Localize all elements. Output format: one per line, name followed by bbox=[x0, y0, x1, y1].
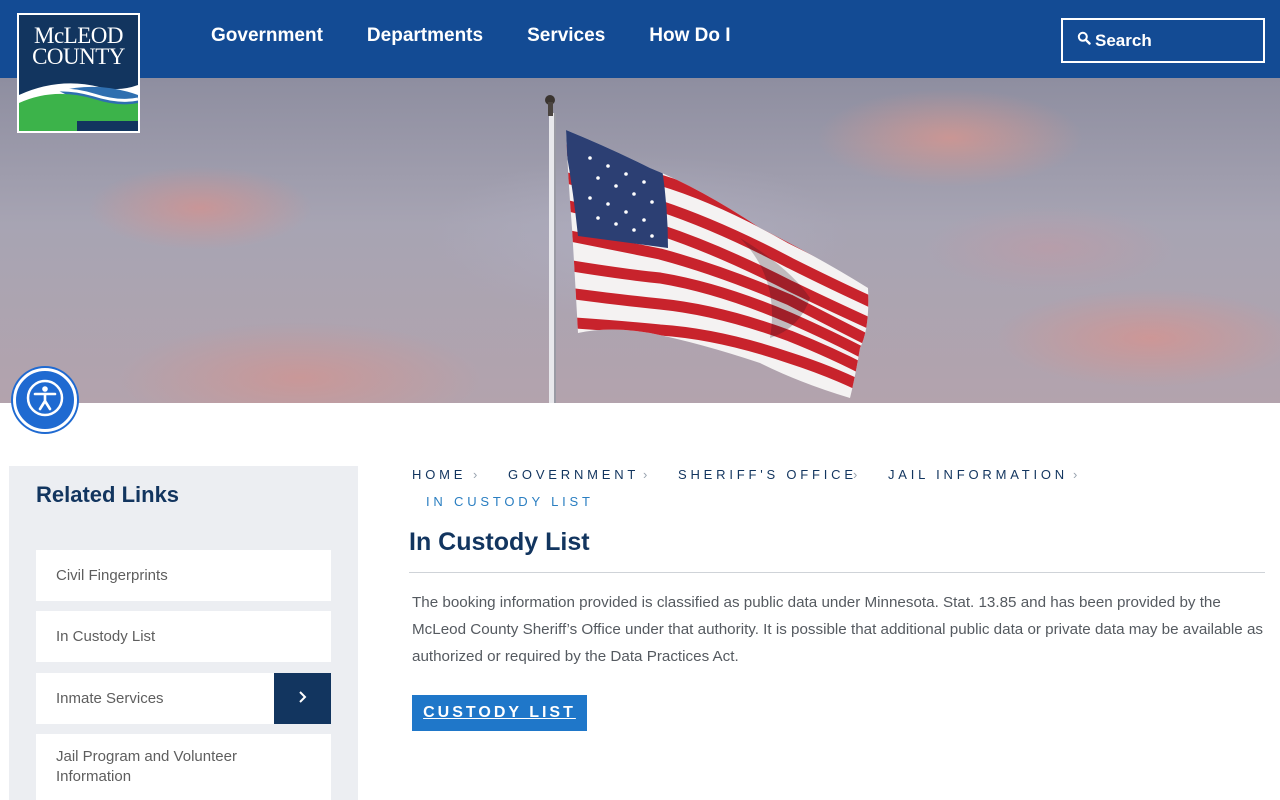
related-links-sidebar: Related Links Civil Fingerprints In Cust… bbox=[9, 466, 358, 800]
page-body-text: The booking information provided is clas… bbox=[412, 594, 1263, 665]
hero-banner bbox=[0, 78, 1280, 403]
breadcrumb-jail-information[interactable]: JAIL INFORMATION bbox=[888, 467, 1068, 482]
breadcrumb-current: IN CUSTODY LIST bbox=[426, 494, 594, 509]
nav-departments[interactable]: Departments bbox=[367, 25, 483, 47]
nav-services[interactable]: Services bbox=[527, 25, 605, 47]
flag-image bbox=[545, 95, 869, 403]
logo-landscape bbox=[19, 73, 138, 131]
page-title: In Custody List bbox=[409, 528, 590, 556]
sidebar-item-jail-program[interactable]: Jail Program and Volunteer Information bbox=[36, 734, 331, 800]
county-logo[interactable]: McLEOD COUNTY bbox=[17, 13, 140, 133]
main-nav: Government Departments Services How Do I bbox=[211, 25, 731, 47]
chevron-right-icon: › bbox=[643, 467, 648, 482]
sidebar-item-label: Inmate Services bbox=[56, 689, 164, 707]
sidebar-item-civil-fingerprints[interactable]: Civil Fingerprints bbox=[36, 550, 331, 601]
search-button[interactable]: Search bbox=[1061, 18, 1265, 63]
sidebar-item-inmate-services[interactable]: Inmate Services bbox=[36, 673, 331, 724]
accessibility-person-icon bbox=[25, 378, 65, 423]
logo-line-2: COUNTY bbox=[32, 44, 125, 69]
sidebar-item-in-custody-list[interactable]: In Custody List bbox=[36, 611, 331, 662]
chevron-right-icon bbox=[298, 690, 308, 708]
custody-list-button[interactable]: CUSTODY LIST bbox=[412, 695, 587, 731]
chevron-right-icon: › bbox=[853, 467, 858, 482]
site-header: Government Departments Services How Do I… bbox=[0, 0, 1280, 78]
expand-submenu-button[interactable] bbox=[274, 673, 331, 724]
sidebar-title: Related Links bbox=[36, 482, 180, 507]
breadcrumb-government[interactable]: GOVERNMENT bbox=[508, 467, 639, 482]
chevron-right-icon: › bbox=[473, 467, 478, 482]
search-icon bbox=[1077, 31, 1091, 50]
sidebar-item-label: In Custody List bbox=[56, 627, 156, 645]
nav-how-do-i[interactable]: How Do I bbox=[649, 25, 730, 47]
title-divider bbox=[409, 572, 1265, 573]
logo-text: McLEOD COUNTY bbox=[19, 23, 138, 69]
logo-line-1: McLEOD bbox=[34, 23, 123, 48]
breadcrumb-home[interactable]: HOME bbox=[412, 467, 466, 482]
sidebar-item-label: Jail Program and Volunteer Information bbox=[56, 748, 237, 785]
breadcrumb-sheriffs-office[interactable]: SHERIFF'S OFFICE bbox=[678, 467, 857, 482]
nav-government[interactable]: Government bbox=[211, 25, 323, 47]
chevron-right-icon: › bbox=[1073, 467, 1078, 482]
sidebar-item-label: Civil Fingerprints bbox=[56, 566, 168, 584]
search-label: Search bbox=[1095, 30, 1152, 50]
accessibility-button[interactable] bbox=[13, 368, 77, 432]
